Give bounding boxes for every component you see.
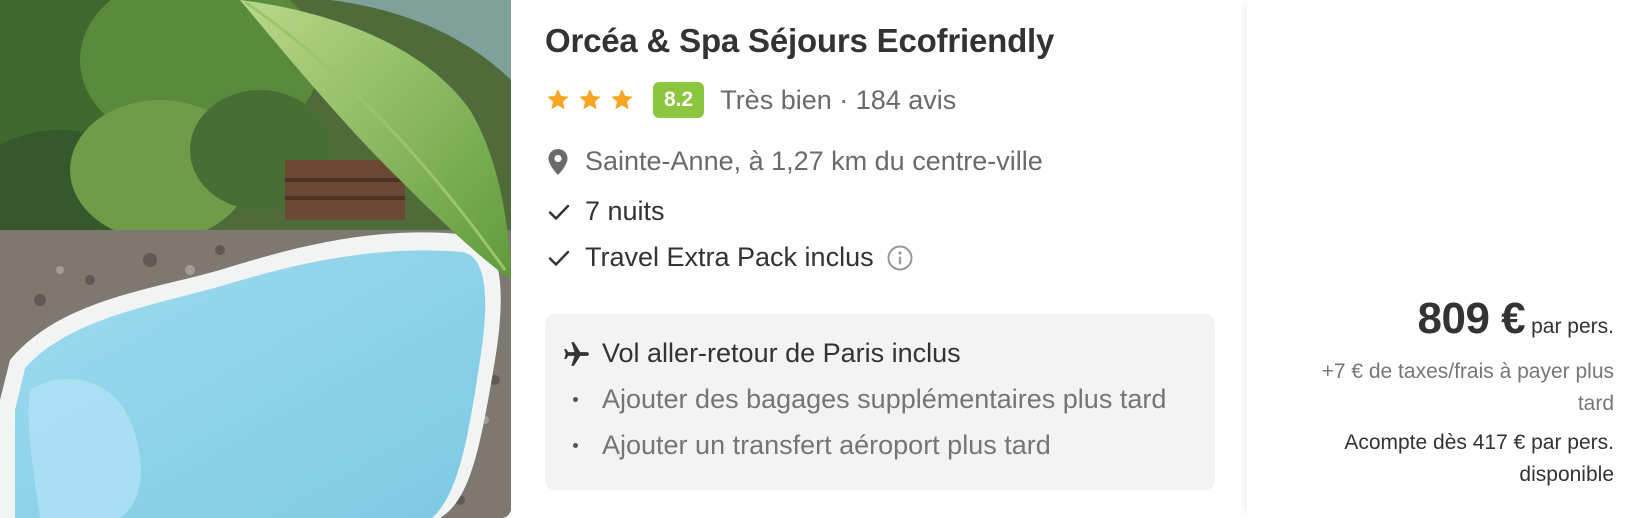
bullet-dot xyxy=(573,443,578,448)
feature-travel-pack: Travel Extra Pack inclus xyxy=(547,242,914,273)
price-line: 809 € par pers. xyxy=(1418,294,1614,344)
rating-text: Très bien · 184 avis xyxy=(720,84,957,115)
flight-box: Vol aller-retour de Paris inclus Ajouter… xyxy=(545,314,1215,490)
feature-nights: 7 nuits xyxy=(547,196,665,227)
rating-row: 8.2 Très bien · 184 avis xyxy=(545,80,956,120)
deposit-note: Acompte dès 417 € par pers. disponible xyxy=(1344,431,1614,486)
hotel-title[interactable]: Orcéa & Spa Séjours Ecofriendly xyxy=(545,22,1054,60)
check-icon xyxy=(548,204,570,220)
feature-text: Travel Extra Pack inclus xyxy=(585,242,874,272)
feature-text: 7 nuits xyxy=(585,196,665,226)
price-per-person: par pers. xyxy=(1531,315,1614,338)
star-rating xyxy=(545,87,635,113)
plane-icon xyxy=(564,341,589,366)
location-row: Sainte-Anne, à 1,27 km du centre-ville xyxy=(547,146,1043,177)
location-text: Sainte-Anne, à 1,27 km du centre-ville xyxy=(585,146,1043,176)
score-badge: 8.2 xyxy=(653,82,705,118)
list-item: Ajouter un transfert aéroport plus tard xyxy=(573,430,1051,461)
flight-option-baggage: Ajouter des bagages supplémentaires plus… xyxy=(602,384,1167,414)
star-icon xyxy=(611,89,633,110)
flight-header: Vol aller-retour de Paris inclus xyxy=(562,338,961,369)
flight-option-transfer: Ajouter un transfert aéroport plus tard xyxy=(602,430,1051,460)
hotel-photo[interactable] xyxy=(0,0,511,518)
info-icon[interactable] xyxy=(886,244,914,272)
taxes-note: +7 € de taxes/frais à payer plus tard xyxy=(1321,360,1614,415)
flight-title: Vol aller-retour de Paris inclus xyxy=(602,338,961,368)
hotel-info: Orcéa & Spa Séjours Ecofriendly 8.2 Très… xyxy=(545,0,1215,518)
price-amount: 809 € xyxy=(1417,294,1526,343)
check-icon xyxy=(548,250,570,266)
location-pin-icon xyxy=(548,148,568,175)
list-item: Ajouter des bagages supplémentaires plus… xyxy=(573,384,1166,415)
price-panel: 809 € par pers. +7 € de taxes/frais à pa… xyxy=(1247,0,1638,518)
star-icon xyxy=(547,89,569,110)
bullet-dot xyxy=(573,397,578,402)
star-icon xyxy=(579,89,601,110)
hotel-offer-card[interactable]: Orcéa & Spa Séjours Ecofriendly 8.2 Très… xyxy=(0,0,1638,518)
